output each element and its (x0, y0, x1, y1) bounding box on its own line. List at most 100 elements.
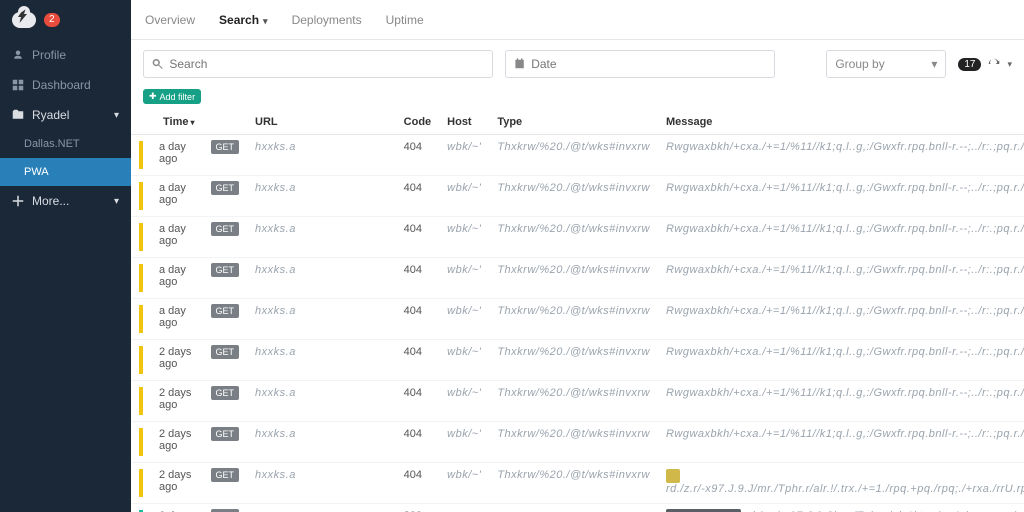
col-time[interactable]: Time▾ (151, 110, 203, 135)
log-table: Time▾ URL Code Host Type Message a day a… (131, 110, 1024, 512)
calendar-icon (514, 58, 525, 70)
cell-code: 404 (396, 217, 440, 258)
cell-url: hxxks.a (255, 264, 388, 276)
top-nav: Overview Search▾ Deployments Uptime (131, 0, 1024, 40)
sidebar: 2 Profile Dashboard Ryadel▾ Dallas.NET P… (0, 0, 131, 512)
cell-type: Thxkrw/%20./@t/wks#invxrw (497, 428, 650, 440)
cell-type: Thxkrw/%20./@t/wks#invxrw (497, 264, 650, 276)
log-message: Rwgwaxbkh/+cxa./+=1/%11//k1;q.l..g,:/Gwx… (666, 387, 1024, 399)
table-row[interactable]: 6 days agoGETMfyh, +dwI/-Vh%\ Mdf,grk.rd… (131, 504, 1024, 512)
cell-host: wbk/~' (447, 141, 481, 153)
cell-code: 404 (396, 422, 440, 463)
cell-type: Thxkrw/%20./@t/wks#invxrw (497, 223, 650, 235)
cell-time: 2 days ago (151, 340, 203, 381)
cell-url: hxxks.a (255, 469, 388, 481)
table-row[interactable]: a day agoGEThxxks.a404wbk/~'Thxkrw/%20./… (131, 176, 1024, 217)
tab-search[interactable]: Search▾ (217, 9, 270, 31)
caret-down-icon[interactable]: ▾ (1007, 59, 1012, 70)
cell-host: wbk/~' (447, 223, 481, 235)
cell-url: hxxks.a (255, 428, 388, 440)
cell-url: hxxks.a (255, 223, 388, 235)
cell-time: a day ago (151, 258, 203, 299)
cell-type: Thxkrw/%20./@t/wks#invxrw (497, 182, 650, 194)
search-icon (152, 58, 163, 70)
method-chip: GET (211, 263, 240, 277)
log-message: Rwgwaxbkh/+cxa./+=1/%11//k1;q.l..g,:/Gwx… (666, 264, 1024, 276)
sidebar-item-ryadel[interactable]: Ryadel▾ (0, 100, 131, 130)
date-input[interactable] (505, 50, 775, 78)
cell-url: hxxks.a (255, 141, 388, 153)
cell-host: wbk/~' (447, 469, 481, 481)
caret-down-icon: ▾ (263, 16, 268, 26)
sidebar-item-pwa[interactable]: PWA (0, 158, 131, 186)
cell-time: 2 days ago (151, 422, 203, 463)
cell-host: wbk/~' (447, 346, 481, 358)
cell-code: 404 (396, 381, 440, 422)
tab-deployments[interactable]: Deployments (290, 9, 364, 31)
cell-type: Thxkrw/%20./@t/wks#invxrw (497, 387, 650, 399)
cell-url: hxxks.a (255, 305, 388, 317)
sidebar-item-profile[interactable]: Profile (0, 40, 131, 70)
table-row[interactable]: a day agoGEThxxks.a404wbk/~'Thxkrw/%20./… (131, 135, 1024, 176)
table-row[interactable]: 2 days agoGEThxxks.a404wbk/~'Thxkrw/%20.… (131, 422, 1024, 463)
col-type[interactable]: Type (489, 110, 658, 135)
sidebar-item-more[interactable]: More...▾ (0, 186, 131, 216)
search-input[interactable] (143, 50, 493, 78)
cell-time: 2 days ago (151, 381, 203, 422)
method-chip: GET (211, 222, 240, 236)
col-message[interactable]: Message (658, 110, 1024, 135)
table-row[interactable]: a day ago GET hxxks.a 404 wbk/~' Thxkrw/%20./… (131, 258, 1024, 299)
cell-time: a day ago (151, 135, 203, 176)
cell-time: 6 days ago (151, 504, 203, 512)
method-chip: GET (211, 345, 240, 359)
method-chip: GET (211, 386, 240, 400)
cell-host: wbk/~' (447, 305, 481, 317)
status-stripe (139, 346, 143, 374)
caret-down-icon: ▾ (931, 57, 937, 71)
plus-icon: ✚ (149, 91, 157, 102)
col-code[interactable]: Code (396, 110, 440, 135)
col-host[interactable]: Host (439, 110, 489, 135)
cell-host: wbk/~' (447, 264, 481, 276)
log-message: Rwgwaxbkh/+cxa./+=1/%11//k1;q.l..g,:/Gwx… (666, 428, 1024, 440)
table-row[interactable]: 2 days agoGEThxxks.a404wbk/~'Thxkrw/%20.… (131, 463, 1024, 504)
add-filter-button[interactable]: ✚Add filter (143, 89, 201, 104)
tab-overview[interactable]: Overview (143, 9, 197, 31)
status-stripe (139, 141, 143, 169)
cell-type: Thxkrw/%20./@t/wks#invxrw (497, 469, 650, 481)
toolbar: Group by▾ 17 ▾ (131, 40, 1024, 88)
cell-url: hxxks.a (255, 387, 388, 399)
count-pill: 17 (958, 58, 981, 71)
group-by-select[interactable]: Group by▾ (826, 50, 946, 78)
cell-code: 404 (396, 340, 440, 381)
method-chip: GET (211, 181, 240, 195)
cell-code: 404 (396, 299, 440, 340)
notification-badge[interactable]: 2 (44, 13, 60, 27)
cell-code: 404 (396, 258, 440, 299)
log-message: Rwgwaxbkh/+cxa./+=1/%11//k1;q.l..g,:/Gwx… (666, 223, 1024, 235)
sidebar-nav: Profile Dashboard Ryadel▾ Dallas.NET PWA… (0, 40, 131, 216)
table-row[interactable]: 2 days agoGEThxxks.a404wbk/~'Thxkrw/%20.… (131, 340, 1024, 381)
tab-uptime[interactable]: Uptime (384, 9, 426, 31)
status-square-icon (666, 469, 680, 483)
cell-url: hxxks.a (255, 182, 388, 194)
chevron-down-icon: ▾ (114, 110, 119, 121)
col-url[interactable]: URL (247, 110, 396, 135)
refresh-icon[interactable] (987, 57, 1001, 71)
table-row[interactable]: a day agoGEThxxks.a404wbk/~'Thxkrw/%20./… (131, 299, 1024, 340)
sidebar-item-dashboard[interactable]: Dashboard (0, 70, 131, 100)
cell-host: wbk/~' (447, 428, 481, 440)
main-content: Overview Search▾ Deployments Uptime Grou… (131, 0, 1024, 512)
filter-row: ✚Add filter (131, 88, 1024, 110)
cell-time: 2 days ago (151, 463, 203, 504)
sidebar-item-dallasnet[interactable]: Dallas.NET (0, 130, 131, 158)
table-row[interactable]: a day agoGEThxxks.a404wbk/~'Thxkrw/%20./… (131, 217, 1024, 258)
table-row[interactable]: 2 days agoGEThxxks.a404wbk/~'Thxkrw/%20.… (131, 381, 1024, 422)
log-message: Rwgwaxbkh/+cxa./+=1/%11//k1;q.l..g,:/Gwx… (666, 305, 1024, 317)
cell-code: 404 (396, 135, 440, 176)
method-chip: GET (211, 304, 240, 318)
status-stripe (139, 264, 143, 292)
status-stripe (139, 387, 143, 415)
table-header: Time▾ URL Code Host Type Message (131, 110, 1024, 135)
cell-time: a day ago (151, 176, 203, 217)
